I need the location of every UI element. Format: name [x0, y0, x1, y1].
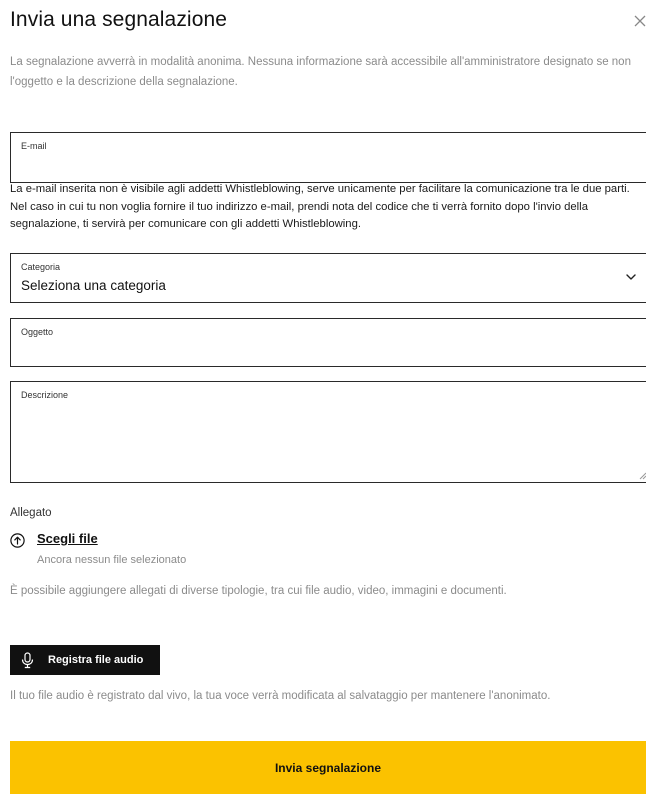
description-label: Descrizione	[21, 390, 69, 400]
record-audio-label: Registra file audio	[48, 654, 144, 666]
subject-label: Oggetto	[21, 327, 54, 337]
audio-info: Il tuo file audio è registrato dal vivo,…	[10, 690, 551, 702]
record-audio-button[interactable]: Registra file audio	[10, 645, 160, 675]
microphone-icon	[21, 651, 34, 668]
subject-field[interactable]: Oggetto	[10, 318, 646, 367]
description-textarea[interactable]: Descrizione	[10, 381, 646, 483]
attachment-info: È possibile aggiungere allegati di diver…	[10, 585, 507, 597]
email-note: La e-mail inserita non è visibile agli a…	[10, 183, 630, 230]
email-field[interactable]: E-mail	[10, 132, 646, 183]
choose-file-button[interactable]: Scegli file	[37, 531, 98, 546]
file-status: Ancora nessun file selezionato	[37, 554, 187, 566]
resize-handle-icon[interactable]	[639, 472, 646, 480]
close-icon[interactable]	[634, 12, 646, 30]
attachment-label: Allegato	[10, 507, 52, 519]
dialog-title: Invia una segnalazione	[10, 8, 228, 31]
email-label: E-mail	[21, 141, 47, 151]
chevron-down-icon	[626, 274, 636, 280]
category-select[interactable]: Categoria Seleziona una categoria	[10, 253, 646, 303]
category-selected-value: Seleziona una categoria	[21, 278, 166, 293]
intro-text: La segnalazione avverrà in modalità anon…	[10, 56, 631, 88]
submit-label: Invia segnalazione	[274, 760, 382, 775]
upload-icon[interactable]	[10, 533, 25, 548]
submit-button[interactable]: Invia segnalazione	[10, 741, 646, 794]
category-label: Categoria	[21, 262, 61, 272]
